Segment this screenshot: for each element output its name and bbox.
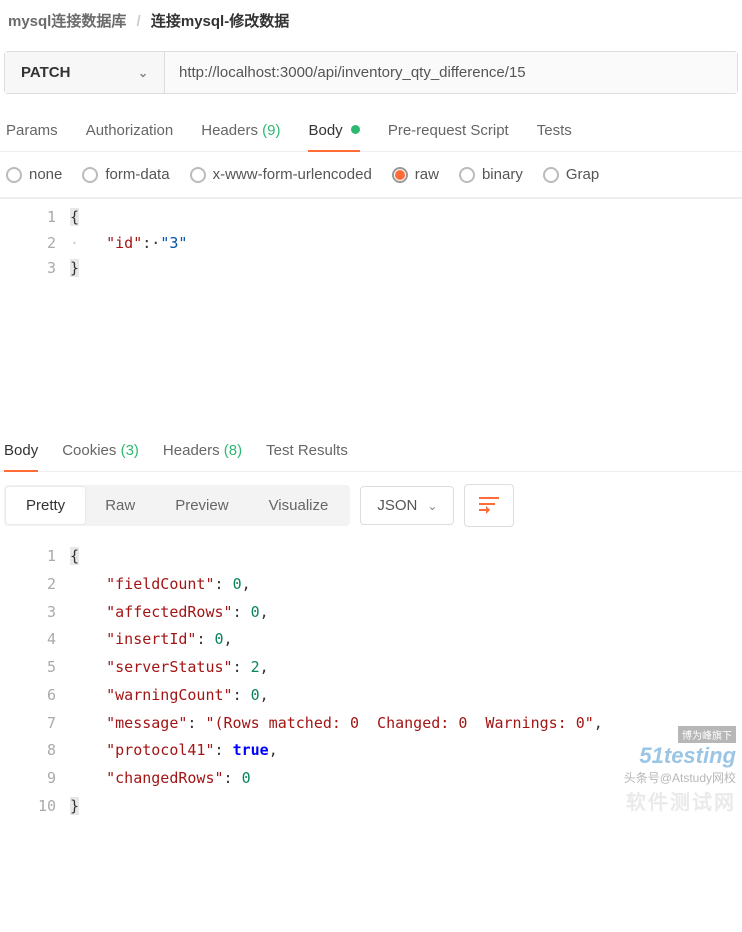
view-pretty[interactable]: Pretty [6,487,85,524]
radio-urlencoded[interactable]: x-www-form-urlencoded [190,166,372,183]
tab-params[interactable]: Params [6,112,58,151]
request-tabs: Params Authorization Headers (9) Body Pr… [0,112,742,152]
radio-raw[interactable]: raw [392,166,439,183]
tab-prerequest[interactable]: Pre-request Script [388,112,509,151]
radio-icon [392,167,408,183]
radio-icon [6,167,22,183]
chevron-down-icon: ⌄ [138,66,148,80]
active-dot-icon [351,125,360,134]
wrap-lines-button[interactable] [464,484,514,527]
radio-icon [82,167,98,183]
resp-tab-headers[interactable]: Headers (8) [163,432,242,471]
tab-authorization[interactable]: Authorization [86,112,174,151]
breadcrumb: mysql连接数据库 / 连接mysql-修改数据 [0,0,742,45]
view-visualize[interactable]: Visualize [249,487,349,524]
radio-none[interactable]: none [6,166,62,183]
tab-tests[interactable]: Tests [537,112,572,151]
request-body-editor[interactable]: 1{ 2· "id":·"3" 3} [0,198,742,428]
radio-form-data[interactable]: form-data [82,166,169,183]
response-body-editor[interactable]: 1{2 "fieldCount": 0,3 "affectedRows": 0,… [0,539,742,821]
response-tabs: Body Cookies (3) Headers (8) Test Result… [0,432,742,472]
url-input[interactable] [165,52,737,93]
radio-icon [459,167,475,183]
body-type-row: none form-data x-www-form-urlencoded raw… [0,152,742,198]
method-select[interactable]: PATCH ⌄ [5,52,165,93]
response-view-row: Pretty Raw Preview Visualize JSON ⌄ [0,472,742,539]
method-label: PATCH [21,64,70,81]
tab-body[interactable]: Body [308,112,359,151]
format-dropdown[interactable]: JSON ⌄ [360,486,454,525]
radio-icon [543,167,559,183]
wrap-lines-icon [479,497,499,511]
radio-binary[interactable]: binary [459,166,523,183]
breadcrumb-parent[interactable]: mysql连接数据库 [8,13,126,30]
tab-headers[interactable]: Headers (9) [201,112,280,151]
resp-tab-test-results[interactable]: Test Results [266,432,348,471]
chevron-down-icon: ⌄ [427,499,437,513]
resp-tab-body[interactable]: Body [4,432,38,471]
radio-graphql[interactable]: Grap [543,166,599,183]
breadcrumb-current: 连接mysql-修改数据 [151,13,289,30]
view-mode-tabs: Pretty Raw Preview Visualize [4,485,350,526]
view-preview[interactable]: Preview [155,487,248,524]
breadcrumb-sep: / [137,13,141,30]
request-url-row: PATCH ⌄ [4,51,738,94]
radio-icon [190,167,206,183]
resp-tab-cookies[interactable]: Cookies (3) [62,432,139,471]
view-raw[interactable]: Raw [85,487,155,524]
